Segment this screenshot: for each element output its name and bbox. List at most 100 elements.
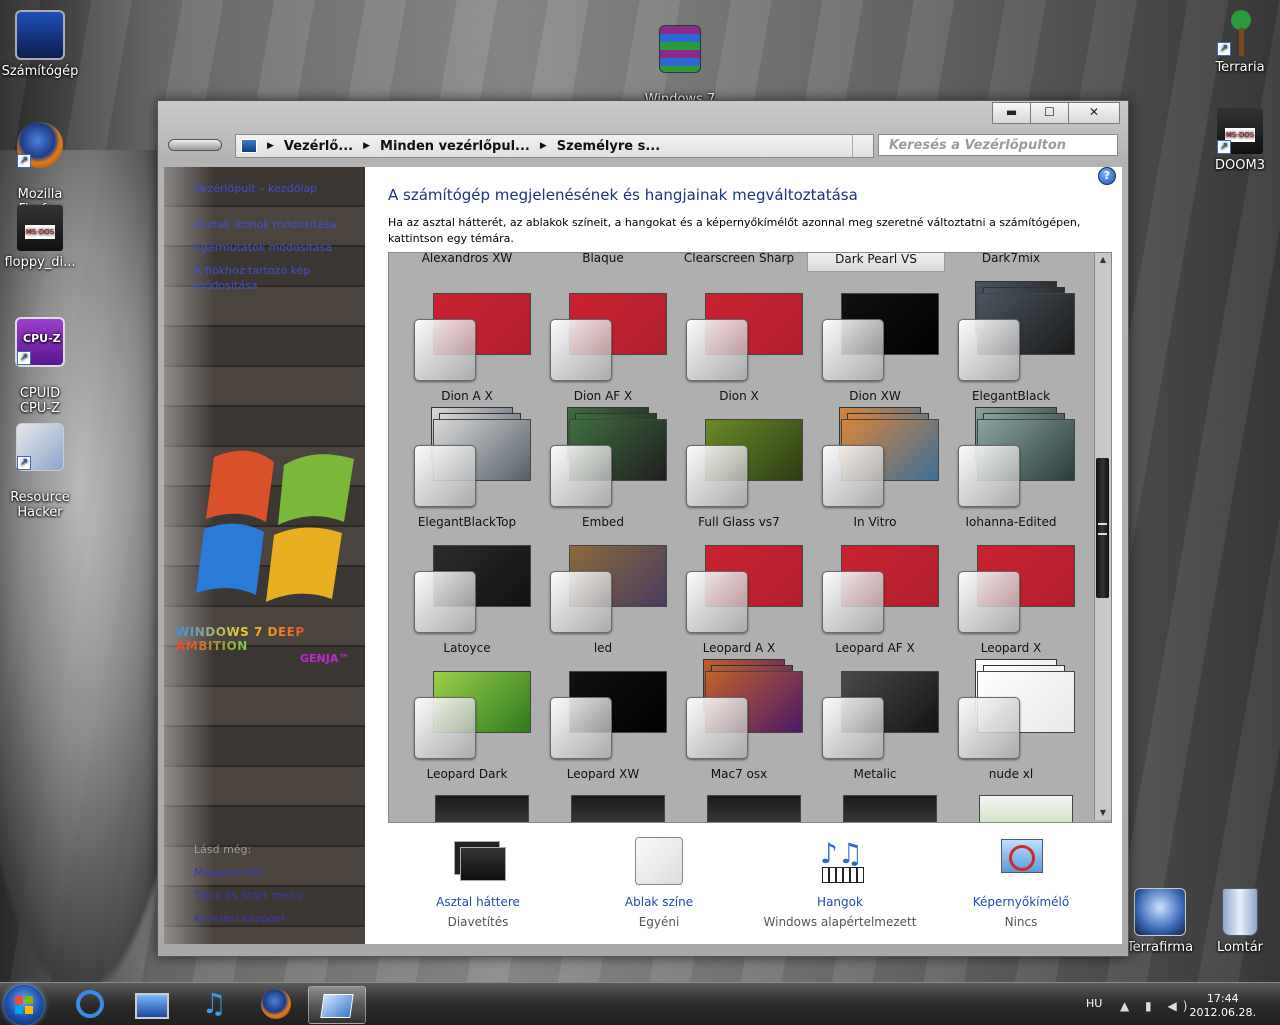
screensaver-setting[interactable]: Képernyőkímélő Nincs	[941, 837, 1101, 929]
desktop-icon-floppy[interactable]: MS-DOS floppy_di...	[0, 205, 80, 270]
page-title: A számítógép megjelenésének és hangjaina…	[388, 186, 858, 204]
taskbar-itunes[interactable]: ♫	[186, 986, 242, 1022]
theme-gallery-scrollbar[interactable]: ▲ ▼	[1094, 253, 1111, 820]
sounds-setting[interactable]: ♪♫ Hangok Windows alapértelmezett	[760, 837, 920, 929]
desktop-icon-recycle-bin[interactable]: Lomtár	[1200, 888, 1280, 955]
theme-wallpaper-preview	[571, 795, 665, 822]
screensaver-label[interactable]: Képernyőkímélő	[941, 895, 1101, 909]
theme-item[interactable]: Embed	[535, 407, 671, 541]
theme-window-color-swatch	[822, 697, 884, 759]
taskbar-firefox[interactable]	[248, 986, 304, 1022]
desktop-icon-terrafirma[interactable]: Terrafirma	[1120, 888, 1200, 955]
tray-icons[interactable]: ▲ ▮ ◀)	[1120, 999, 1193, 1013]
breadcrumb-chevron-icon[interactable]: ▶	[267, 141, 274, 151]
sidebar-link-mouse-pointers[interactable]: Egérmutatók módosítása	[194, 240, 364, 255]
desktop-icon-firefox[interactable]: ↗ Mozilla Firefox	[0, 107, 80, 217]
theme-item[interactable]: In Vitro	[807, 407, 943, 541]
desktop-background-setting[interactable]: Asztal háttere Diavetítés	[398, 837, 558, 929]
control-panel-icon	[241, 139, 257, 153]
theme-name: Dion A X	[441, 389, 493, 403]
theme-window-color-swatch	[686, 697, 748, 759]
theme-item[interactable]: Leopard XW	[535, 667, 671, 793]
theme-item[interactable]: Dion XW	[807, 289, 943, 415]
theme-item[interactable]: ElegantBlackTop	[399, 407, 535, 541]
theme-window-color-swatch	[822, 571, 884, 633]
theme-item[interactable]: Blaque	[535, 253, 671, 283]
sounds-label[interactable]: Hangok	[760, 895, 920, 909]
theme-name: Iohanna-Edited	[965, 515, 1057, 529]
theme-name: Dark7mix	[981, 252, 1041, 265]
theme-item[interactable]: Leopard Dark	[399, 667, 535, 793]
screensaver-value: Nincs	[1004, 915, 1038, 929]
desktop-icon-doom3[interactable]: MS-DOS ↗ DOOM3	[1200, 108, 1280, 173]
theme-item[interactable]: ElegantBlack	[943, 281, 1079, 415]
desktop-background-label[interactable]: Asztal háttere	[398, 895, 558, 909]
taskbar-internet-explorer[interactable]	[62, 986, 118, 1022]
taskbar-media-center[interactable]	[124, 986, 180, 1022]
control-panel-icon	[320, 994, 354, 1018]
clock[interactable]: 17:44 2012.06.28.	[1190, 992, 1256, 1020]
breadcrumb-item[interactable]: Vezérlő...	[284, 139, 353, 154]
theme-item[interactable]: Dion X	[671, 289, 807, 415]
floppy-disk-icon: MS-DOS	[17, 205, 63, 251]
theme-item[interactable]: Alexandros XW	[399, 253, 535, 283]
breadcrumb-item[interactable]: Minden vezérlőpul...	[380, 139, 530, 154]
terrafirma-globe-icon	[1134, 888, 1186, 936]
theme-item[interactable]: Iohanna-Edited	[943, 407, 1079, 541]
theme-item[interactable]: Mac7 osx	[671, 659, 807, 793]
language-indicator[interactable]: HU	[1086, 997, 1102, 1010]
address-bar[interactable]: ▶ Vezérlő... ▶ Minden vezérlőpul... ▶ Sz…	[235, 134, 874, 158]
desktop-icon-cpuz[interactable]: CPU-Z ↗ CPUID CPU-Z	[0, 302, 80, 416]
theme-item[interactable]: Dark Pearl VS	[807, 253, 945, 283]
content-pane: ? A számítógép megjelenésének és hangjai…	[365, 167, 1122, 944]
see-also-taskbar[interactable]: Tálca és Start menü	[194, 888, 364, 903]
theme-item[interactable]: Leopard AF X	[807, 541, 943, 667]
window-color-setting[interactable]: Ablak színe Egyéni	[579, 837, 739, 929]
theme-item[interactable]: nude xl	[943, 659, 1079, 793]
breadcrumb-item[interactable]: Személyre s...	[557, 139, 660, 154]
breadcrumb-chevron-icon[interactable]: ▶	[363, 141, 370, 151]
shortcut-arrow-icon: ↗	[17, 351, 31, 365]
sidebar-link-desktop-icons[interactable]: Asztali ikonok módosítása	[194, 217, 364, 232]
theme-item[interactable]: Leopard X	[943, 541, 1079, 667]
theme-item[interactable]: Dion AF X	[535, 289, 671, 415]
theme-item[interactable]: Dion A X	[399, 289, 535, 415]
start-button[interactable]	[4, 985, 44, 1025]
shortcut-arrow-icon: ↗	[1217, 42, 1231, 56]
search-input[interactable]: Keresés a Vezérlőpulton	[878, 134, 1118, 156]
desktop-background-value: Diavetítés	[447, 915, 509, 929]
breadcrumb-chevron-icon[interactable]: ▶	[540, 141, 547, 151]
close-button[interactable]: ✕	[1068, 102, 1120, 124]
scroll-up-icon[interactable]: ▲	[1095, 253, 1111, 267]
theme-item[interactable]: Leopard A X	[671, 541, 807, 667]
window-color-label[interactable]: Ablak színe	[579, 895, 739, 909]
desktop-icon-label: floppy_di...	[4, 255, 76, 270]
desktop-icon-terraria[interactable]: ↗ Terraria	[1200, 10, 1280, 75]
address-dropdown-button[interactable]	[852, 135, 873, 157]
taskbar-control-panel[interactable]	[308, 986, 366, 1024]
theme-window-color-swatch	[550, 697, 612, 759]
theme-item[interactable]: Dark7mix	[943, 253, 1079, 283]
minimize-button[interactable]: ▬	[992, 102, 1031, 124]
scroll-down-icon[interactable]: ▼	[1095, 806, 1111, 820]
terraria-tree-icon: ↗	[1217, 10, 1263, 56]
theme-item[interactable]: Clearscreen Sharp	[671, 253, 807, 283]
desktop-icon-resource-hacker[interactable]: ↗ Resource Hacker	[0, 408, 80, 520]
theme-window-color-swatch	[686, 571, 748, 633]
see-also-ease-of-access[interactable]: Kezelési központ	[194, 911, 364, 926]
theme-window-color-swatch	[550, 319, 612, 381]
theme-item[interactable]: led	[535, 541, 671, 667]
desktop-icon-computer[interactable]: Számítógép	[0, 10, 80, 79]
theme-window-color-swatch	[958, 319, 1020, 381]
theme-item[interactable]: Full Glass vs7	[671, 415, 807, 541]
firefox-icon: ↗	[17, 122, 63, 168]
see-also-display[interactable]: Megjelenítés	[194, 865, 364, 880]
theme-name: nude xl	[988, 767, 1034, 781]
sidebar-home-link[interactable]: Vezérlőpult – kezdőlap	[194, 181, 364, 196]
sidebar-link-account-picture[interactable]: A fiókhoz tartozó kép módosítása	[194, 263, 334, 293]
back-forward-buttons[interactable]	[168, 139, 222, 151]
theme-item[interactable]: Latoyce	[399, 541, 535, 667]
help-icon[interactable]: ?	[1098, 167, 1116, 185]
maximize-button[interactable]: ☐	[1030, 102, 1069, 124]
theme-item[interactable]: Metalic	[807, 667, 943, 793]
